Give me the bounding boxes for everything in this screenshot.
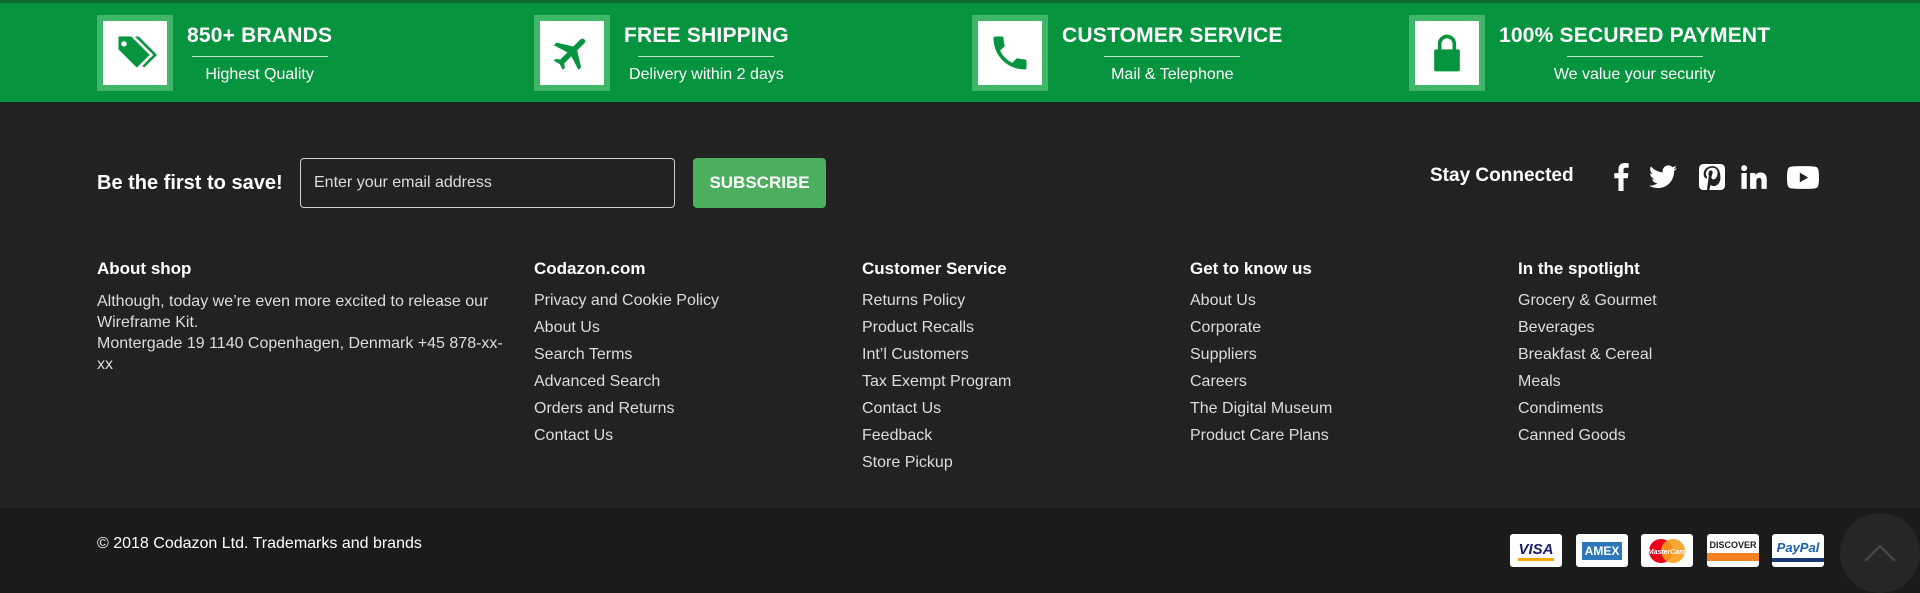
feature-secured-payment: 100% SECURED PAYMENT We value your secur… bbox=[1409, 15, 1770, 91]
footer-link[interactable]: Returns Policy bbox=[862, 291, 1011, 311]
tag-icon bbox=[116, 36, 157, 68]
column-title: Get to know us bbox=[1190, 259, 1312, 278]
footer-link[interactable]: Beverages bbox=[1518, 318, 1657, 338]
discover-card-icon: DISCOVER bbox=[1707, 534, 1759, 567]
copyright-text: © 2018 Codazon Ltd. Trademarks and brand… bbox=[97, 535, 422, 552]
footer-column-customer-service: Customer Service Returns Policy Product … bbox=[862, 258, 1011, 480]
column-title: In the spotlight bbox=[1518, 259, 1640, 278]
phone-icon bbox=[993, 36, 1027, 70]
features-strip: 850+ BRANDS Highest Quality FREE SHIPPIN… bbox=[0, 0, 1920, 102]
paypal-card-icon: PayPal bbox=[1772, 534, 1824, 567]
stay-connected-label: Stay Connected bbox=[1430, 165, 1574, 186]
feature-subtitle: Highest Quality bbox=[205, 66, 314, 83]
youtube-icon[interactable] bbox=[1783, 160, 1823, 194]
feature-title: 100% SECURED PAYMENT bbox=[1499, 24, 1771, 47]
bottom-bar: © 2018 Codazon Ltd. Trademarks and brand… bbox=[0, 508, 1920, 593]
footer-link[interactable]: Corporate bbox=[1190, 318, 1332, 338]
feature-title: FREE SHIPPING bbox=[624, 24, 789, 47]
footer-link[interactable]: Suppliers bbox=[1190, 345, 1332, 365]
footer-link[interactable]: Contact Us bbox=[862, 399, 1011, 419]
amex-card-icon: AMEX bbox=[1576, 534, 1628, 567]
footer-link[interactable]: Feedback bbox=[862, 426, 1011, 446]
feature-brands: 850+ BRANDS Highest Quality bbox=[97, 15, 332, 91]
chevron-up-icon bbox=[1864, 544, 1896, 562]
footer-column-codazon: Codazon.com Privacy and Cookie Policy Ab… bbox=[534, 258, 719, 453]
footer-link[interactable]: Advanced Search bbox=[534, 372, 719, 392]
feature-title: CUSTOMER SERVICE bbox=[1062, 24, 1283, 47]
footer-link[interactable]: About Us bbox=[534, 318, 719, 338]
footer-link[interactable]: About Us bbox=[1190, 291, 1332, 311]
feature-icon-box bbox=[972, 15, 1048, 91]
footer-link[interactable]: Meals bbox=[1518, 372, 1657, 392]
feature-icon-box bbox=[1409, 15, 1485, 91]
feature-divider bbox=[191, 56, 328, 57]
column-title: Codazon.com bbox=[534, 259, 646, 278]
footer-column-get-to-know-us: Get to know us About Us Corporate Suppli… bbox=[1190, 258, 1332, 453]
email-input[interactable]: Enter your email address bbox=[300, 158, 675, 208]
footer-link[interactable]: Search Terms bbox=[534, 345, 719, 365]
feature-title: 850+ BRANDS bbox=[187, 24, 333, 47]
pinterest-icon[interactable] bbox=[1695, 160, 1729, 194]
footer-link[interactable]: Breakfast & Cereal bbox=[1518, 345, 1657, 365]
newsletter-label: Be the first to save! bbox=[97, 172, 283, 194]
footer-link[interactable]: Privacy and Cookie Policy bbox=[534, 291, 719, 311]
footer-column-about: About shop Although, today we’re even mo… bbox=[97, 258, 517, 375]
footer-link[interactable]: Product Recalls bbox=[862, 318, 1011, 338]
linkedin-icon[interactable] bbox=[1737, 160, 1771, 194]
footer-link[interactable]: Store Pickup bbox=[862, 453, 1011, 473]
feature-subtitle: Delivery within 2 days bbox=[629, 66, 784, 83]
about-address: Montergade 19 1140 Copenhagen, Denmark +… bbox=[97, 335, 503, 373]
scroll-to-top-button[interactable] bbox=[1840, 513, 1920, 593]
footer-link[interactable]: Int’l Customers bbox=[862, 345, 1011, 365]
column-title: Customer Service bbox=[862, 259, 1007, 278]
footer: Be the first to save! Enter your email a… bbox=[0, 102, 1920, 508]
feature-subtitle: We value your security bbox=[1553, 66, 1716, 83]
footer-link[interactable]: Grocery & Gourmet bbox=[1518, 291, 1657, 311]
feature-divider bbox=[1566, 56, 1703, 57]
footer-link[interactable]: Contact Us bbox=[534, 426, 719, 446]
svg-text:MasterCard: MasterCard bbox=[1648, 549, 1687, 556]
facebook-icon[interactable] bbox=[1604, 160, 1638, 194]
column-title: About shop bbox=[97, 259, 192, 278]
lock-icon bbox=[1434, 34, 1460, 72]
feature-divider bbox=[1104, 56, 1241, 57]
subscribe-button[interactable]: SUBSCRIBE bbox=[693, 158, 826, 208]
airplane-icon bbox=[553, 38, 586, 70]
feature-shipping: FREE SHIPPING Delivery within 2 days bbox=[534, 15, 789, 91]
mastercard-icon: MasterCard bbox=[1641, 534, 1693, 567]
footer-link[interactable]: Orders and Returns bbox=[534, 399, 719, 419]
feature-icon-box bbox=[534, 15, 610, 91]
footer-link[interactable]: Tax Exempt Program bbox=[862, 372, 1011, 392]
visa-card-icon: VISA bbox=[1510, 534, 1562, 567]
footer-link[interactable]: Condiments bbox=[1518, 399, 1657, 419]
footer-link[interactable]: Canned Goods bbox=[1518, 426, 1657, 446]
feature-customer-service: CUSTOMER SERVICE Mail & Telephone bbox=[972, 15, 1283, 91]
about-description: Although, today we’re even more excited … bbox=[97, 293, 489, 331]
footer-link[interactable]: Careers bbox=[1190, 372, 1332, 392]
feature-divider bbox=[638, 56, 775, 57]
feature-subtitle: Mail & Telephone bbox=[1111, 66, 1234, 83]
twitter-icon[interactable] bbox=[1646, 160, 1680, 194]
feature-icon-box bbox=[97, 15, 173, 91]
footer-column-spotlight: In the spotlight Grocery & Gourmet Bever… bbox=[1518, 258, 1657, 453]
footer-link[interactable]: Product Care Plans bbox=[1190, 426, 1332, 446]
footer-link[interactable]: The Digital Museum bbox=[1190, 399, 1332, 419]
